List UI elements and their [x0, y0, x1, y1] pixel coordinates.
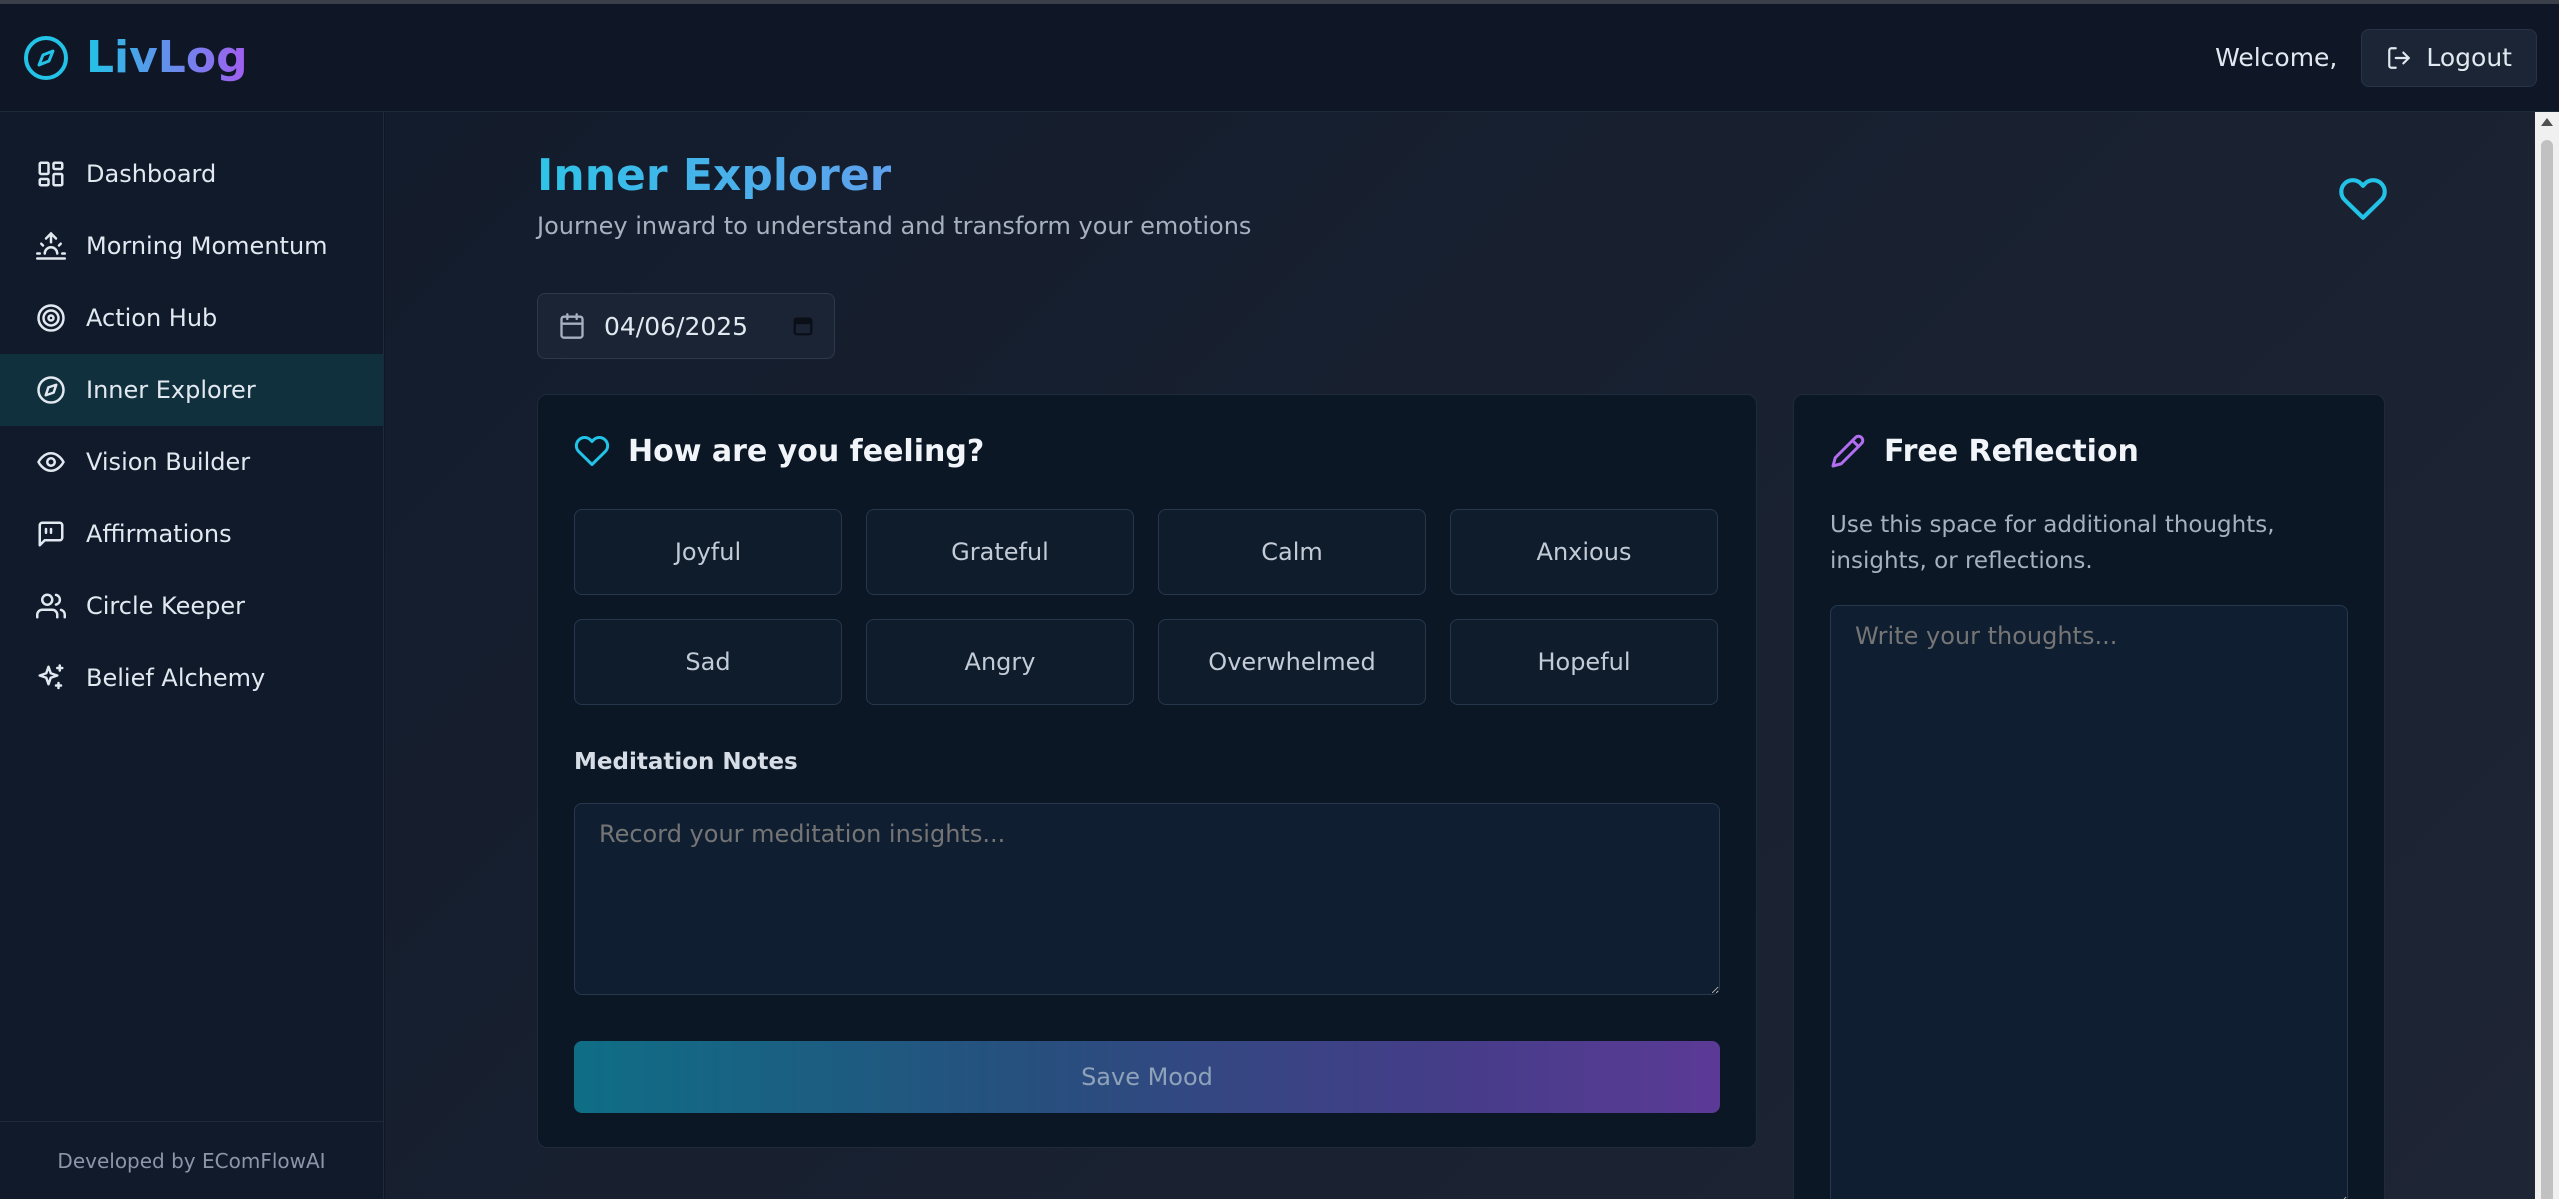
- sidebar-item-label: Morning Momentum: [86, 232, 328, 260]
- meditation-notes-input[interactable]: [574, 803, 1720, 995]
- compass-logo-icon: [22, 34, 70, 82]
- mood-card: How are you feeling? Joyful Grateful Cal…: [537, 394, 1757, 1148]
- dashboard-icon: [36, 159, 66, 189]
- date-value: 04/06/2025: [604, 311, 749, 341]
- reflection-card-header: Free Reflection: [1830, 433, 2139, 469]
- mood-sad-button[interactable]: Sad: [574, 619, 842, 705]
- sunrise-icon: [36, 231, 66, 261]
- meditation-notes-label: Meditation Notes: [574, 749, 798, 775]
- calendar-picker-icon[interactable]: [792, 315, 814, 337]
- sidebar-item-dashboard[interactable]: Dashboard: [0, 138, 383, 210]
- reflection-card: Free Reflection Use this space for addit…: [1793, 394, 2385, 1199]
- logout-label: Logout: [2426, 43, 2512, 72]
- mood-anxious-button[interactable]: Anxious: [1450, 509, 1718, 595]
- sidebar-item-label: Circle Keeper: [86, 592, 245, 620]
- sidebar-item-label: Belief Alchemy: [86, 664, 266, 692]
- mood-hopeful-button[interactable]: Hopeful: [1450, 619, 1718, 705]
- page-scrollbar[interactable]: [2535, 112, 2559, 1199]
- mood-angry-button[interactable]: Angry: [866, 619, 1134, 705]
- reflection-input[interactable]: [1830, 605, 2348, 1199]
- mood-options: Joyful Grateful Calm Anxious Sad Angry O…: [574, 509, 1720, 705]
- heart-icon: [574, 433, 610, 469]
- save-mood-button[interactable]: Save Mood: [574, 1041, 1720, 1113]
- eye-icon: [36, 447, 66, 477]
- logout-button[interactable]: Logout: [2361, 28, 2537, 87]
- sidebar-item-vision-builder[interactable]: Vision Builder: [0, 426, 383, 498]
- sidebar-item-label: Vision Builder: [86, 448, 251, 476]
- app-header: LivLog Welcome, Logout: [0, 4, 2559, 112]
- date-picker[interactable]: 04/06/2025: [537, 293, 835, 359]
- mood-joyful-button[interactable]: Joyful: [574, 509, 842, 595]
- logout-icon: [2386, 45, 2412, 71]
- sidebar-item-label: Action Hub: [86, 304, 218, 332]
- mood-card-header: How are you feeling?: [574, 433, 984, 469]
- sidebar-item-label: Inner Explorer: [86, 376, 256, 404]
- scroll-up-arrow-icon[interactable]: [2541, 118, 2553, 126]
- heart-icon: [2338, 174, 2388, 224]
- sidebar-item-circle-keeper[interactable]: Circle Keeper: [0, 570, 383, 642]
- mood-card-title: How are you feeling?: [628, 433, 985, 469]
- brand[interactable]: LivLog: [22, 32, 248, 83]
- users-icon: [36, 591, 66, 621]
- sidebar-item-label: Affirmations: [86, 520, 232, 548]
- message-quote-icon: [36, 519, 66, 549]
- compass-icon: [36, 375, 66, 405]
- calendar-icon: [558, 312, 586, 340]
- sidebar-item-belief-alchemy[interactable]: Belief Alchemy: [0, 642, 383, 714]
- mood-calm-button[interactable]: Calm: [1158, 509, 1426, 595]
- page-title: Inner Explorer: [537, 150, 892, 201]
- sidebar-item-morning-momentum[interactable]: Morning Momentum: [0, 210, 383, 282]
- reflection-description: Use this space for additional thoughts, …: [1830, 512, 2275, 574]
- pencil-icon: [1830, 433, 1866, 469]
- sidebar-item-inner-explorer[interactable]: Inner Explorer: [0, 354, 383, 426]
- scrollbar-thumb[interactable]: [2541, 140, 2553, 1199]
- brand-name: LivLog: [86, 32, 248, 83]
- main-content: Inner Explorer Journey inward to underst…: [385, 112, 2535, 1199]
- target-icon: [36, 303, 66, 333]
- welcome-text: Welcome,: [2215, 43, 2338, 72]
- sidebar: Dashboard Morning Momentum Action Hub In…: [0, 112, 384, 1199]
- header-actions: Welcome, Logout: [2215, 28, 2537, 87]
- mood-grateful-button[interactable]: Grateful: [866, 509, 1134, 595]
- page-subtitle: Journey inward to understand and transfo…: [537, 212, 1252, 240]
- sidebar-item-label: Dashboard: [86, 160, 217, 188]
- sidebar-item-affirmations[interactable]: Affirmations: [0, 498, 383, 570]
- mood-overwhelmed-button[interactable]: Overwhelmed: [1158, 619, 1426, 705]
- reflection-card-title: Free Reflection: [1884, 433, 2139, 469]
- sidebar-item-action-hub[interactable]: Action Hub: [0, 282, 383, 354]
- sparkles-icon: [36, 663, 66, 693]
- sidebar-nav: Dashboard Morning Momentum Action Hub In…: [0, 112, 383, 714]
- developer-credit: Developed by EComFlowAI: [0, 1121, 383, 1199]
